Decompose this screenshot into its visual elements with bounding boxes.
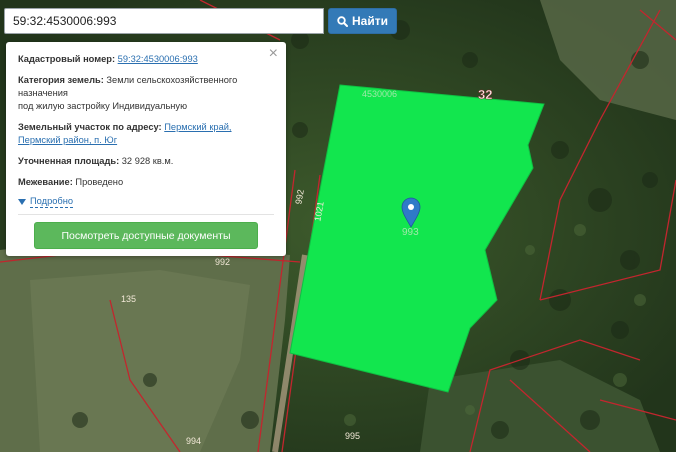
parcel-994-label: 994 — [186, 436, 201, 446]
quarter-label: 32 — [478, 87, 492, 102]
divider — [18, 214, 274, 215]
category-row: Категория земель: Земли сельскохозяйстве… — [18, 74, 274, 113]
parcel-top-label: 4530006 — [362, 89, 397, 99]
search-input[interactable] — [4, 8, 324, 34]
address-link-cont[interactable]: Пермский район, п. Юг — [18, 135, 117, 145]
view-documents-button[interactable]: Посмотреть доступные документы — [34, 222, 258, 249]
parcel-995-label: 995 — [345, 431, 360, 441]
category-value-cont2: под жилую застройку Индивидуальную — [18, 101, 188, 111]
category-label: Категория земель: — [18, 75, 104, 85]
address-row: Земельный участок по адресу: Пермский кр… — [18, 121, 274, 147]
survey-value: Проведено — [75, 177, 124, 187]
parcel-992-label: 992 — [215, 257, 230, 267]
parcel-135-label: 135 — [121, 294, 136, 304]
details-toggle[interactable]: Подробно — [18, 196, 274, 208]
close-icon[interactable]: × — [269, 46, 278, 62]
search-bar: Найти — [4, 8, 397, 34]
survey-row: Межевание: Проведено — [18, 176, 274, 189]
survey-label: Межевание: — [18, 177, 73, 187]
details-label: Подробно — [30, 196, 74, 208]
category-value: Земли сельскохозяйственного — [106, 75, 238, 85]
cadastral-row: Кадастровый номер: 59:32:4530006:993 — [18, 53, 274, 66]
search-icon — [337, 15, 348, 27]
cadastral-label: Кадастровый номер: — [18, 54, 116, 64]
parcel-info-card: × Кадастровый номер: 59:32:4530006:993 К… — [6, 42, 286, 256]
search-button-label: Найти — [352, 14, 388, 28]
address-label: Земельный участок по адресу: — [18, 122, 162, 132]
search-button[interactable]: Найти — [328, 8, 397, 34]
area-row: Уточненная площадь: 32 928 кв.м. — [18, 155, 274, 168]
category-value-cont: назначения — [18, 88, 68, 98]
area-label: Уточненная площадь: — [18, 156, 120, 166]
triangle-down-icon — [18, 199, 26, 205]
area-value: 32 928 кв.м. — [121, 156, 174, 166]
parcel-number-label: 993 — [402, 227, 419, 238]
address-link[interactable]: Пермский край, — [164, 122, 231, 132]
cadastral-link[interactable]: 59:32:4530006:993 — [118, 54, 198, 64]
